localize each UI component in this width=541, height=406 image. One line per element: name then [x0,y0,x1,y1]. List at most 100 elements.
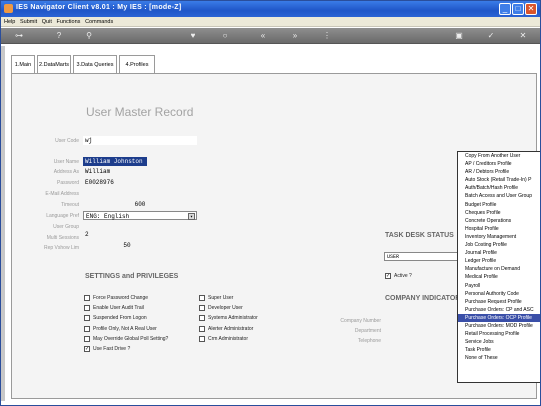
user-name-field[interactable]: William Johnston [83,157,147,166]
tab-datamarts[interactable]: 2.DataMarts [37,55,71,73]
super-user-label: Super User [208,295,234,301]
dropdown-item[interactable]: Purchase Orders: OCP Profile [458,313,540,322]
save-icon[interactable]: ▣ [453,30,465,42]
dropdown-item[interactable]: Journal Profile [458,249,540,257]
suspended-checkbox[interactable] [84,315,90,321]
left-scroll-strip [1,46,5,401]
developer-user-checkbox[interactable] [199,305,205,311]
dropdown-item[interactable]: Inventory Management [458,233,540,241]
dropdown-item[interactable]: Cheques Profile [458,209,540,217]
active-checkbox[interactable]: ✓ [385,273,391,279]
dropdown-item[interactable]: Payroll [458,282,540,290]
dropdown-item[interactable]: Medical Profile [458,273,540,281]
circle-icon[interactable]: ○ [219,30,231,42]
user-code-field[interactable]: wj [83,136,197,145]
menu-functions[interactable]: Functions [57,17,81,27]
minimize-button[interactable]: _ [499,3,511,15]
application-window: IES Navigator Client v8.01 : My IES : [m… [0,0,541,406]
telephone-label: Telephone [357,338,381,344]
dropdown-item[interactable]: Purchase Request Profile [458,298,540,306]
audit-trail-label: Enable User Audit Trail [93,305,144,311]
menu-bar: Help Submit Quit Functions Commands [1,17,540,27]
company-number-field[interactable] [383,316,457,325]
app-logo-icon [4,4,13,13]
search-icon[interactable]: ⚲ [83,30,95,42]
tab-data-queries[interactable]: 3.Data Queries [73,55,117,73]
department-field[interactable] [383,326,457,335]
fast-drive-checkbox[interactable]: ✓ [84,346,90,352]
address-as-field[interactable]: William [83,167,197,176]
key-icon[interactable]: ⊶ [9,30,29,42]
dropdown-item[interactable]: Copy From Another User [458,152,540,160]
close-window-button[interactable]: ✕ [525,3,537,15]
multi-sessions-label: Multi Sessions [46,235,79,241]
dropdown-item[interactable]: Service Jobs [458,338,540,346]
password-label: Password [57,180,79,186]
dropdown-item[interactable]: Personal Authority Code [458,290,540,298]
task-desk-status-field[interactable]: USER [384,252,458,261]
override-poll-checkbox[interactable] [84,336,90,342]
menu-quit[interactable]: Quit [42,17,52,27]
dropdown-item[interactable]: Purchase Orders: CP and ASC [458,306,540,314]
dropdown-item[interactable]: Retail Processing Profile [458,330,540,338]
profile-dropdown-menu: Copy From Another User AP / Creditors Pro… [457,151,540,383]
address-as-label: Address As [53,169,79,175]
menu-submit[interactable]: Submit [20,17,37,27]
dropdown-item[interactable]: Purchase Orders: MOD Profile [458,322,540,330]
check-icon[interactable]: ✓ [485,30,497,42]
developer-user-label: Developer User [208,305,243,311]
company-number-label: Company Number [340,318,381,324]
super-user-checkbox[interactable] [199,295,205,301]
heart-icon[interactable]: ♥ [187,30,199,42]
maximize-button[interactable]: □ [512,3,524,15]
tab-profiles[interactable]: 4.Profiles [119,55,155,73]
timeout-label: Timeout [61,202,79,208]
timeout-field[interactable]: 600 [83,200,197,209]
telephone-field[interactable] [383,336,457,345]
multi-sessions-field[interactable]: 2 [83,230,197,239]
language-label: Language Pref [46,213,79,219]
rewind-icon[interactable]: « [257,30,269,42]
alerter-admin-checkbox[interactable] [199,326,205,332]
tree-icon[interactable]: ⋮ [321,30,333,42]
settings-title: SETTINGS and PRIVILEGES [85,273,179,280]
help-icon[interactable]: ? [53,30,65,42]
menu-commands[interactable]: Commands [85,17,113,27]
force-password-checkbox[interactable] [84,295,90,301]
user-code-label: User Code [55,138,79,144]
suspended-label: Suspended From Logon [93,315,147,321]
dropdown-item[interactable]: Auth/Batch/Hash Profile [458,184,540,192]
dropdown-item[interactable]: AP / Creditors Profile [458,160,540,168]
email-label: E-Mail Address [45,191,79,197]
dropdown-item[interactable]: Task Profile [458,346,540,354]
password-field[interactable]: E0028976 [83,178,197,187]
alerter-admin-label: Alerter Administrator [208,326,254,332]
audit-trail-checkbox[interactable] [84,305,90,311]
profile-only-checkbox[interactable] [84,326,90,332]
email-field[interactable] [83,189,197,198]
dropdown-item[interactable]: Budget Profile [458,201,540,209]
dropdown-item[interactable]: Job Costing Profile [458,241,540,249]
dropdown-item[interactable]: Manufacture on Demand [458,265,540,273]
menu-help[interactable]: Help [4,17,15,27]
title-bar[interactable]: IES Navigator Client v8.01 : My IES : [m… [1,1,540,17]
language-value: ENG: English [86,213,130,220]
crm-admin-checkbox[interactable] [199,336,205,342]
sysadmin-checkbox[interactable] [199,315,205,321]
tab-main[interactable]: 1.Main [11,55,35,73]
fast-forward-icon[interactable]: » [289,30,301,42]
dropdown-item[interactable]: Auto Stock (Retail Trade-In) P [458,176,540,184]
profile-only-label: Profile Only, Not A Real User [93,326,157,332]
close-icon[interactable]: ✕ [517,30,529,42]
dropdown-item[interactable]: Concrete Operations [458,217,540,225]
dropdown-item[interactable]: Ledger Profile [458,257,540,265]
rep-vshow-label: Rep Vshow Lim [43,245,79,251]
dropdown-item[interactable]: Hospital Profile [458,225,540,233]
dropdown-item[interactable]: None of These [458,354,540,362]
language-select[interactable]: ENG: English ▾ [83,211,197,220]
chevron-down-icon[interactable]: ▾ [188,213,195,220]
rep-vshow-field[interactable]: 50 [83,241,171,250]
dropdown-item[interactable]: Batch Access and User Group [458,192,540,200]
page-title: User Master Record [86,105,194,119]
dropdown-item[interactable]: AR / Debtors Profile [458,168,540,176]
